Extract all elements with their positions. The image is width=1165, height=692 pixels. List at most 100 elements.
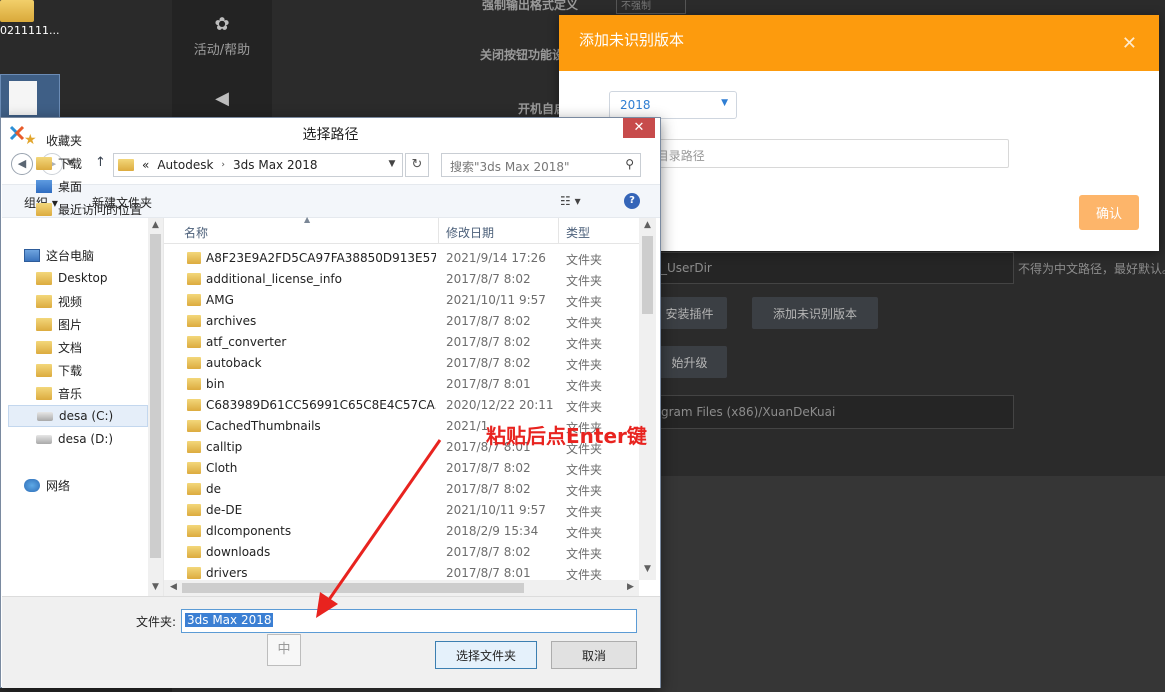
file-row[interactable]: A8F23E9A2FD5CA97FA38850D913E57... 2021/9/… [164, 248, 639, 269]
nav-item[interactable]: desa (C:) [8, 405, 148, 427]
nav-item-activity-help[interactable]: ✿ 活动/帮助 [172, 14, 272, 58]
select-path-dialog: 选择路径 ✕ ◀ ▶ ▼ ↑ « Autodesk › 3ds Max 2018… [0, 117, 661, 688]
desktop-file-shortcut[interactable] [0, 74, 60, 118]
format-select[interactable]: 不强制 [616, 0, 686, 14]
folder-name-selected-text: 3ds Max 2018 [185, 613, 274, 627]
folder-icon [187, 567, 201, 579]
video-folder-icon [36, 294, 52, 308]
file-row[interactable]: dlcomponents 2018/2/9 15:34 文件夹 [164, 521, 639, 542]
nav-item[interactable]: 图片 [36, 313, 82, 335]
folder-icon [187, 483, 201, 495]
nav-pane-scrollbar[interactable]: ▲ ▼ [148, 218, 163, 596]
horizontal-scroll-thumb[interactable] [182, 583, 524, 593]
nav-item[interactable]: 音乐 [36, 382, 82, 404]
desktop-folder-shortcut[interactable]: 0211111... [0, 0, 60, 50]
column-name[interactable]: 名称 [184, 224, 208, 241]
column-divider[interactable] [558, 218, 559, 244]
close-icon[interactable]: ✕ [1122, 33, 1137, 54]
file-row[interactable]: de-DE 2021/10/11 9:57 文件夹 [164, 500, 639, 521]
view-options-icon[interactable]: ☷ ▾ [560, 194, 581, 208]
folder-icon [36, 271, 52, 285]
file-name: downloads [206, 545, 271, 559]
nav-item[interactable]: 这台电脑 [24, 244, 94, 266]
help-icon[interactable]: ? [624, 193, 640, 209]
install-path-input[interactable]: gram Files (x86)/XuanDeKuai [652, 395, 1014, 429]
nav-item[interactable]: Desktop [36, 267, 108, 289]
file-name: C683989D61CC56991C65C8E4C57CA... [206, 398, 436, 412]
column-divider[interactable] [438, 218, 439, 244]
file-type: 文件夹 [566, 547, 603, 561]
nav-item-label: 文档 [58, 340, 83, 355]
nav-item[interactable]: 下载 [36, 152, 82, 174]
cancel-button[interactable]: 取消 [551, 641, 637, 669]
file-row[interactable]: C683989D61CC56991C65C8E4C57CA... 2020/12/… [164, 395, 639, 416]
confirm-button[interactable]: 确认 [1079, 195, 1139, 230]
file-row[interactable]: autoback 2017/8/7 8:02 文件夹 [164, 353, 639, 374]
nav-item-label: desa (C:) [59, 409, 114, 423]
file-date: 2021/1 [446, 419, 489, 433]
column-date[interactable]: 修改日期 [446, 224, 494, 241]
search-input[interactable]: 搜索"3ds Max 2018" ⚲ [441, 153, 641, 177]
nav-item[interactable]: 文档 [36, 336, 82, 358]
address-dropdown-button[interactable]: ▼ [381, 153, 403, 177]
file-list-vertical-scrollbar[interactable]: ▲ ▼ [639, 218, 656, 580]
file-row[interactable]: additional_license_info 2017/8/7 8:02 文件夹 [164, 269, 639, 290]
folder-icon [187, 441, 201, 453]
scroll-up-icon[interactable]: ▲ [148, 220, 163, 230]
scroll-right-icon[interactable]: ▶ [623, 582, 638, 592]
column-type[interactable]: 类型 [566, 224, 590, 241]
nav-item[interactable]: 下载 [36, 359, 82, 381]
nav-item[interactable]: 最近访问的位置 [36, 198, 142, 220]
address-row: ◀ ▶ ▼ ↑ « Autodesk › 3ds Max 2018 ▼ ↻ 搜索… [7, 153, 653, 177]
nav-item[interactable]: 视频 [36, 290, 82, 312]
back-button[interactable]: ◀ [11, 153, 33, 175]
install-plugin-button[interactable]: 安装插件 [652, 297, 727, 329]
arrow-left-icon: ◀ [17, 157, 27, 170]
scroll-down-icon[interactable]: ▼ [640, 564, 655, 574]
refresh-button[interactable]: ↻ [405, 153, 429, 177]
userdir-input[interactable]: _UserDir [652, 252, 1014, 284]
file-date: 2017/8/7 8:01 [446, 566, 531, 580]
add-unknown-version-button[interactable]: 添加未识别版本 [752, 297, 878, 329]
start-upgrade-button[interactable]: 始升级 [652, 346, 727, 378]
file-type: 文件夹 [566, 463, 603, 477]
nav-pane-scroll-thumb[interactable] [150, 234, 161, 558]
chevron-right-icon[interactable]: › [221, 160, 225, 170]
dialog-titlebar: 选择路径 ✕ [1, 118, 660, 148]
breadcrumb-autodesk[interactable]: Autodesk [157, 158, 213, 172]
nav-item[interactable]: desa (D:) [36, 428, 113, 450]
file-row[interactable]: atf_converter 2017/8/7 8:02 文件夹 [164, 332, 639, 353]
select-folder-button[interactable]: 选择文件夹 [435, 641, 537, 669]
nav-item-label: 活动/帮助 [193, 43, 251, 58]
scroll-left-icon[interactable]: ◀ [166, 582, 181, 592]
breadcrumb-overflow[interactable]: « [142, 158, 149, 172]
search-icon: ⚲ [625, 157, 634, 171]
nav-item[interactable]: 桌面 [36, 175, 82, 197]
file-row[interactable]: bin 2017/8/7 8:01 文件夹 [164, 374, 639, 395]
download-folder-icon [36, 156, 52, 170]
address-bar[interactable]: « Autodesk › 3ds Max 2018 [113, 153, 403, 177]
folder-name-input[interactable]: 3ds Max 2018 [181, 609, 637, 633]
dialog-close-button[interactable]: ✕ [623, 118, 655, 138]
megaphone-icon: ◀ [215, 88, 229, 109]
nav-item-announcement[interactable]: ◀ [172, 88, 272, 113]
folder-icon [118, 159, 134, 171]
breadcrumb-3dsmax[interactable]: 3ds Max 2018 [233, 158, 317, 172]
file-row[interactable]: archives 2017/8/7 8:02 文件夹 [164, 311, 639, 332]
folder-icon [187, 273, 201, 285]
file-row[interactable]: downloads 2017/8/7 8:02 文件夹 [164, 542, 639, 563]
file-row[interactable]: de 2017/8/7 8:02 文件夹 [164, 479, 639, 500]
max-root-path-input[interactable]: Max根目录路径 [609, 139, 1009, 168]
version-select[interactable]: 2018 ▼ [609, 91, 737, 119]
vertical-scroll-thumb[interactable] [642, 236, 653, 314]
scroll-down-icon[interactable]: ▼ [148, 582, 163, 592]
nav-item[interactable]: ★ 收藏夹 [24, 129, 82, 151]
file-list-horizontal-scrollbar[interactable]: ◀ ▶ [164, 580, 639, 596]
scroll-up-icon[interactable]: ▲ [640, 220, 655, 230]
folder-icon [187, 420, 201, 432]
file-row[interactable]: Cloth 2017/8/7 8:02 文件夹 [164, 458, 639, 479]
nav-item[interactable]: 网络 [24, 474, 70, 496]
refresh-icon: ↻ [411, 157, 423, 172]
file-row[interactable]: AMG 2021/10/11 9:57 文件夹 [164, 290, 639, 311]
arrow-up-icon[interactable]: ↑ [95, 155, 106, 170]
